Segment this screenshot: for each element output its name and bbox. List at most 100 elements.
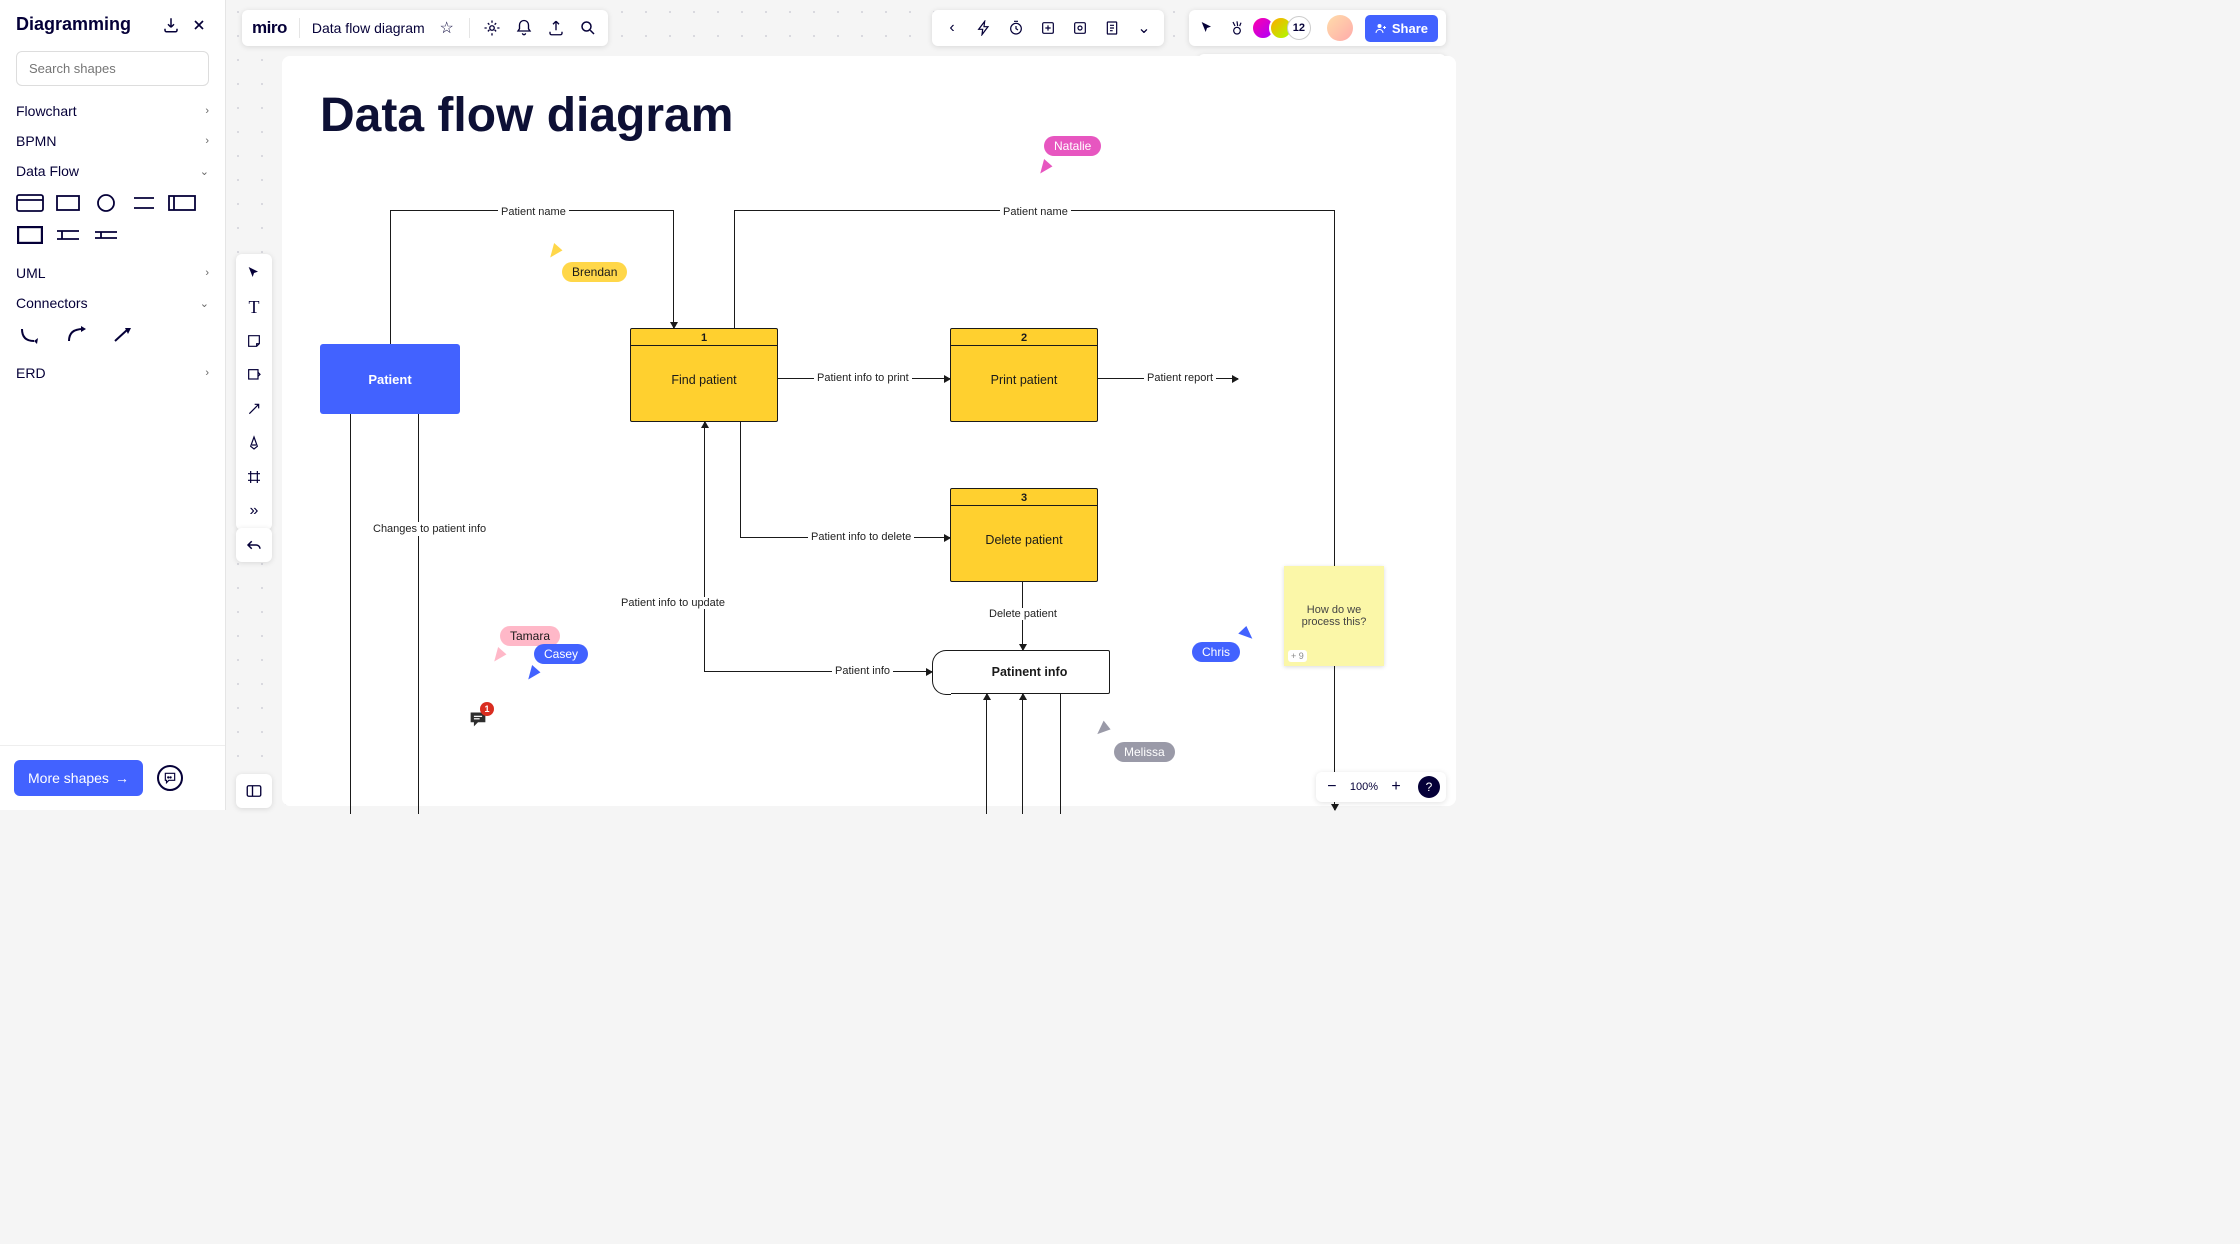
zoom-out-button[interactable]: − [1322,777,1342,797]
shape-datastore-2[interactable] [54,224,82,246]
cursor-icon[interactable] [1197,18,1217,38]
more-tools[interactable]: » [243,500,265,522]
category-erd[interactable]: ERD › [0,358,225,388]
edge[interactable] [986,694,987,814]
edge[interactable] [704,422,705,672]
reactions-icon[interactable] [1227,18,1247,38]
edge[interactable] [1022,694,1023,814]
text-tool[interactable]: T [243,296,265,318]
node-label: Patient [368,372,411,387]
process-number: 3 [951,490,1097,506]
category-label: ERD [16,365,46,381]
toolbox: T » [236,254,272,530]
category-label: BPMN [16,133,56,149]
node-label: Patinent info [992,665,1068,679]
cursor-casey: Casey [534,644,588,664]
timer-icon[interactable] [1006,18,1026,38]
edge[interactable] [1060,694,1061,814]
edge[interactable] [704,671,932,672]
shape-datastore-3[interactable] [92,224,120,246]
search-input[interactable] [16,51,209,86]
category-bpmn[interactable]: BPMN › [0,126,225,156]
divider [299,18,300,38]
bell-icon[interactable] [514,18,534,38]
edge-label: Delete patient [986,608,1060,620]
more-icon[interactable]: ⌄ [1134,18,1154,38]
edge[interactable] [740,422,741,538]
edge[interactable] [390,210,391,344]
comment-marker[interactable]: 1 [468,710,488,728]
sticky-tool[interactable] [243,330,265,352]
pen-tool[interactable] [243,432,265,454]
feedback-icon[interactable] [157,765,183,791]
chevron-right-icon: › [205,267,209,279]
select-tool[interactable] [243,262,265,284]
node-datastore[interactable]: Patinent info [950,650,1110,694]
category-connectors[interactable]: Connectors ⌄ [0,288,225,318]
process-number: 2 [951,330,1097,346]
topbar-left: miro Data flow diagram ☆ [242,10,608,46]
shape-process-1[interactable] [16,192,44,214]
import-icon[interactable] [161,15,181,35]
miro-logo[interactable]: miro [252,18,287,38]
more-shapes-button[interactable]: More shapes → [14,760,143,796]
share-label: Share [1392,21,1428,36]
connector-curved[interactable] [16,324,44,346]
category-uml[interactable]: UML › [0,258,225,288]
export-icon[interactable] [546,18,566,38]
bolt-icon[interactable] [974,18,994,38]
shape-datastore-1[interactable] [168,192,196,214]
category-label: Data Flow [16,163,79,179]
dataflow-shapes [0,186,225,258]
help-button[interactable]: ? [1418,776,1440,798]
node-delete-patient[interactable]: 3 Delete patient [950,488,1098,582]
shape-tool[interactable] [243,364,265,386]
comment-count: 1 [480,702,494,716]
collaborator-avatars[interactable]: 12 [1257,16,1311,40]
chevron-down-icon: ⌄ [200,297,209,310]
arrow-tool[interactable] [243,398,265,420]
more-shapes-label: More shapes [28,770,109,786]
chevron-right-icon: › [205,105,209,117]
edge[interactable] [1334,210,1335,810]
zoom-value[interactable]: 100% [1350,781,1378,793]
shape-circle[interactable] [92,192,120,214]
edge[interactable] [418,414,419,814]
estimation-icon[interactable] [1038,18,1058,38]
edge[interactable] [350,414,351,814]
category-dataflow[interactable]: Data Flow ⌄ [0,156,225,186]
user-avatar[interactable] [1327,15,1353,41]
shape-lines[interactable] [130,192,158,214]
settings-icon[interactable] [482,18,502,38]
panel-toggle-button[interactable] [236,774,272,808]
node-print-patient[interactable]: 2 Print patient [950,328,1098,422]
voting-icon[interactable] [1070,18,1090,38]
undo-button[interactable] [236,528,272,562]
diagram-title[interactable]: Data flow diagram [320,88,733,143]
process-number: 1 [631,330,777,346]
connector-straight[interactable] [108,324,136,346]
process-label: Delete patient [985,533,1062,547]
close-icon[interactable] [189,15,209,35]
sticky-badge: + 9 [1288,650,1307,662]
star-icon[interactable]: ☆ [437,18,457,38]
board-name[interactable]: Data flow diagram [312,20,425,36]
edge-label: Patient info to delete [808,531,914,543]
shape-rect[interactable] [54,192,82,214]
edge[interactable] [734,210,735,328]
chevron-left-icon[interactable]: ‹ [942,18,962,38]
sticky-note[interactable]: How do we process this? + 9 [1284,566,1384,666]
frame-tool[interactable] [243,466,265,488]
canvas[interactable] [282,56,1456,806]
share-button[interactable]: Share [1365,15,1438,42]
node-patient[interactable]: Patient [320,344,460,414]
shape-rect-bold[interactable] [16,224,44,246]
edge[interactable] [673,210,674,328]
notes-icon[interactable] [1102,18,1122,38]
connector-arc[interactable] [62,324,90,346]
category-flowchart[interactable]: Flowchart › [0,96,225,126]
search-icon[interactable] [578,18,598,38]
node-find-patient[interactable]: 1 Find patient [630,328,778,422]
zoom-in-button[interactable]: + [1386,777,1406,797]
zoom-controls: − 100% + ? [1316,772,1446,802]
